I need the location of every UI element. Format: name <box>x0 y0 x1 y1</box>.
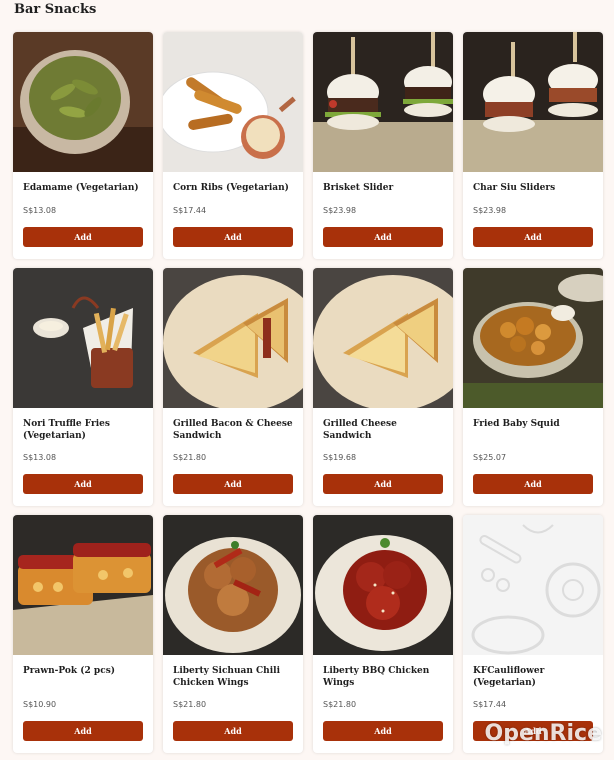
menu-item-card[interactable]: Grilled Bacon & Cheese Sandwich S$21.80 … <box>163 268 303 506</box>
item-name: Grilled Bacon & Cheese Sandwich <box>173 419 293 441</box>
menu-item-card[interactable]: Prawn-Pok (2 pcs) S$10.90 Add <box>13 515 153 753</box>
char-siu-sliders-photo <box>463 32 603 172</box>
item-name: Edamame (Vegetarian) <box>23 183 139 193</box>
item-price: S$17.44 <box>473 700 507 709</box>
item-name: Liberty BBQ Chicken Wings <box>323 666 430 688</box>
add-button[interactable]: Add <box>173 474 293 494</box>
item-price: S$21.80 <box>323 700 357 709</box>
add-button[interactable]: Add <box>173 721 293 741</box>
menu-item-card[interactable]: Brisket Slider S$23.98 Add <box>313 32 453 259</box>
item-price: S$21.80 <box>173 453 207 462</box>
item-name: Char Siu Sliders <box>473 183 556 193</box>
item-name: Fried Baby Squid <box>473 419 560 429</box>
grilled-cheese-photo <box>313 268 453 408</box>
add-button[interactable]: Add <box>23 474 143 494</box>
prawn-pok-photo <box>13 515 153 655</box>
corn-ribs-photo <box>163 32 303 172</box>
add-button[interactable]: Add <box>23 721 143 741</box>
sichuan-wings-photo <box>163 515 303 655</box>
item-price: S$10.90 <box>23 700 57 709</box>
brisket-slider-photo <box>313 32 453 172</box>
menu-item-card[interactable]: Grilled Cheese Sandwich S$19.68 Add <box>313 268 453 506</box>
item-name: Brisket Slider <box>323 183 394 193</box>
menu-item-card[interactable]: KFCauliflower (Vegetarian) S$17.44 Add <box>463 515 603 753</box>
item-price: S$21.80 <box>173 700 207 709</box>
item-price: S$13.08 <box>23 206 57 215</box>
item-price: S$23.98 <box>473 206 507 215</box>
item-name: Prawn-Pok (2 pcs) <box>23 666 116 676</box>
menu-item-card[interactable]: Nori Truffle Fries (Vegetarian) S$13.08 … <box>13 268 153 506</box>
item-price: S$13.08 <box>23 453 57 462</box>
add-button[interactable]: Add <box>473 227 593 247</box>
item-name: Corn Ribs (Vegetarian) <box>173 183 289 193</box>
bbq-wings-photo <box>313 515 453 655</box>
section-title: Bar Snacks <box>14 2 97 17</box>
add-button[interactable]: Add <box>323 227 443 247</box>
add-button[interactable]: Add <box>23 227 143 247</box>
openrice-watermark: OpenRice <box>484 721 602 746</box>
add-button[interactable]: Add <box>473 474 593 494</box>
add-button[interactable]: Add <box>173 227 293 247</box>
item-name: Liberty Sichuan Chili Chicken Wings <box>173 666 280 688</box>
menu-item-card[interactable]: Liberty Sichuan Chili Chicken Wings S$21… <box>163 515 303 753</box>
menu-item-card[interactable]: Corn Ribs (Vegetarian) S$17.44 Add <box>163 32 303 259</box>
truffle-fries-photo <box>13 268 153 408</box>
item-name: Grilled Cheese Sandwich <box>323 419 397 441</box>
add-button[interactable]: Add <box>323 721 443 741</box>
item-price: S$19.68 <box>323 453 357 462</box>
item-name: Nori Truffle Fries (Vegetarian) <box>23 419 110 441</box>
item-price: S$23.98 <box>323 206 357 215</box>
menu-item-card[interactable]: Fried Baby Squid S$25.07 Add <box>463 268 603 506</box>
fried-squid-photo <box>463 268 603 408</box>
menu-item-card[interactable]: Char Siu Sliders S$23.98 Add <box>463 32 603 259</box>
bacon-cheese-sandwich-photo <box>163 268 303 408</box>
add-button[interactable]: Add <box>323 474 443 494</box>
item-price: S$25.07 <box>473 453 507 462</box>
item-name: KFCauliflower (Vegetarian) <box>473 666 545 688</box>
item-price: S$17.44 <box>173 206 207 215</box>
menu-item-card[interactable]: Liberty BBQ Chicken Wings S$21.80 Add <box>313 515 453 753</box>
menu-item-card[interactable]: Edamame (Vegetarian) S$13.08 Add <box>13 32 153 259</box>
edamame-photo <box>13 32 153 172</box>
menu-grid: Edamame (Vegetarian) S$13.08 Add Corn Ri… <box>13 32 603 753</box>
placeholder-illustration <box>463 515 603 655</box>
